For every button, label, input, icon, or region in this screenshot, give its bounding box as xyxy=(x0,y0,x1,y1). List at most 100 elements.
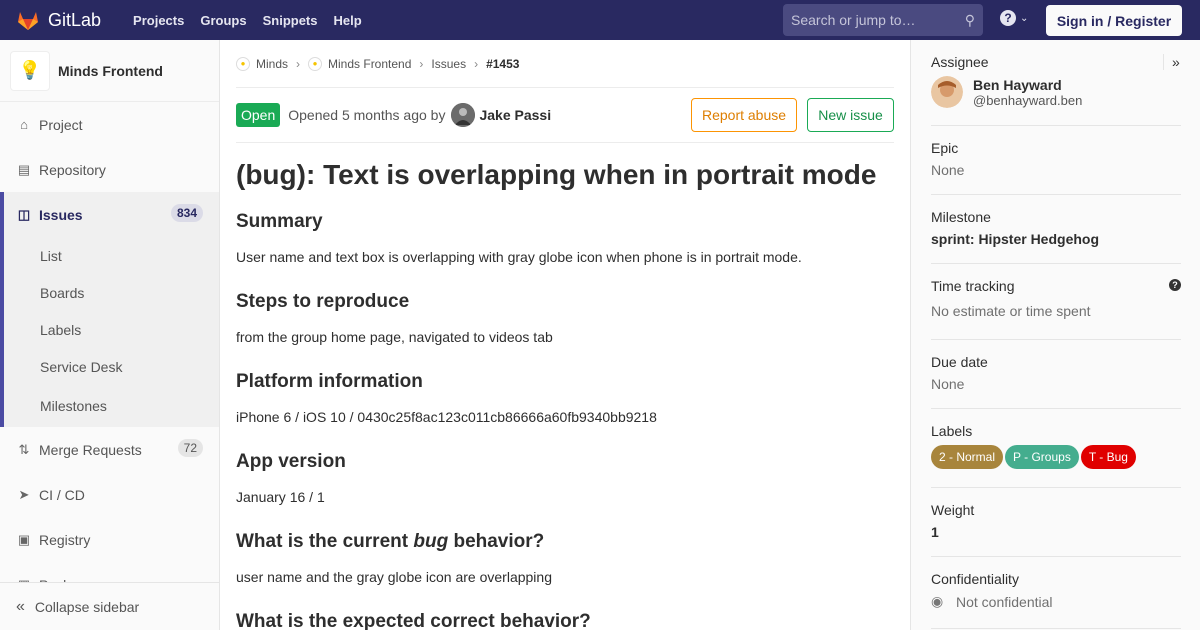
sidebar-item-label: Project xyxy=(39,116,83,133)
due-date-title: Due date xyxy=(931,354,988,370)
milestone-value[interactable]: sprint: Hipster Hedgehog xyxy=(931,231,1181,247)
labels-block: Labels 2 - Normal P - Groups T - Bug xyxy=(931,423,1181,488)
top-navbar: GitLab Projects Groups Snippets Help Sea… xyxy=(0,0,1200,40)
heading-steps: Steps to reproduce xyxy=(236,291,410,312)
breadcrumb-separator: › xyxy=(419,56,424,71)
breadcrumb-issues[interactable]: Issues xyxy=(431,57,466,71)
sidebar-item-label: Issues xyxy=(39,206,83,223)
sidebar-subitem-service-desk[interactable]: Service Desk xyxy=(4,348,219,385)
sidebar-item-repository[interactable]: ▤ Repository xyxy=(0,147,219,192)
assignee-title: Assignee xyxy=(931,54,989,70)
confidentiality-block: Confidentiality ◉ Not confidential xyxy=(931,571,1181,629)
author-avatar[interactable] xyxy=(451,103,476,127)
heading-current-em: bug xyxy=(413,531,449,552)
sidebar-subitem-list[interactable]: List xyxy=(4,237,219,274)
weight-title: Weight xyxy=(931,502,975,518)
assignee-handle: @benhayward.ben xyxy=(973,92,1083,108)
confidentiality-value: Not confidential xyxy=(956,593,1053,610)
book-icon: ▤ xyxy=(17,161,31,177)
confidentiality-title: Confidentiality xyxy=(931,571,1019,587)
project-name: Minds Frontend xyxy=(58,62,163,79)
heading-current-behavior: What is the current bug behavior? xyxy=(236,531,894,553)
sidebar-subitem-boards[interactable]: Boards xyxy=(4,274,219,311)
gitlab-logo[interactable]: GitLab xyxy=(16,8,101,32)
heading-app-version: App version xyxy=(236,451,346,472)
question-circle-icon[interactable]: ? xyxy=(1169,279,1181,291)
breadcrumb-group[interactable]: ● Minds xyxy=(236,56,289,71)
sign-in-button[interactable]: Sign in / Register xyxy=(1046,5,1182,36)
sidebar-item-project[interactable]: ⌂ Project xyxy=(0,102,219,147)
chevron-down-icon: ⌄ xyxy=(1020,12,1029,24)
nav-projects[interactable]: Projects xyxy=(125,13,192,28)
nav-help[interactable]: Help xyxy=(326,13,370,28)
assignee-name[interactable]: Ben Hayward xyxy=(973,77,1082,93)
sidebar-item-registry[interactable]: ▣ Registry xyxy=(0,517,219,562)
breadcrumb-separator: › xyxy=(296,56,301,71)
issue-title: (bug): Text is overlapping when in portr… xyxy=(236,159,877,190)
issues-group: ◫ Issues 834 List Boards Labels Service … xyxy=(0,192,219,427)
collapse-label: Collapse sidebar xyxy=(34,598,140,615)
question-icon: ? xyxy=(1000,10,1016,26)
sidebar-subitem-milestones[interactable]: Milestones xyxy=(4,385,219,427)
label-pill[interactable]: T - Bug xyxy=(1080,445,1136,469)
tanuki-icon xyxy=(18,12,38,30)
labels-title: Labels xyxy=(931,423,973,439)
rocket-icon: ➤ xyxy=(18,486,30,502)
platform-text: iPhone 6 / iOS 10 / 0430c25f8ac123c011cb… xyxy=(236,409,657,425)
new-issue-button[interactable]: New issue xyxy=(807,98,894,132)
issue-right-sidebar: » Assignee Ben Hayward @benhayward.ben E… xyxy=(910,40,1200,630)
project-header[interactable]: 💡 Minds Frontend xyxy=(0,40,219,102)
heading-current-post: behavior? xyxy=(448,531,545,552)
search-input[interactable]: Search or jump to… ⚲ xyxy=(783,4,983,36)
assignee-avatar[interactable] xyxy=(931,76,963,108)
current-behavior-text: user name and the gray globe icon are ov… xyxy=(236,569,552,585)
sidebar-subitem-labels[interactable]: Labels xyxy=(4,311,219,348)
brand-name: GitLab xyxy=(48,9,102,30)
breadcrumb-project[interactable]: ● Minds Frontend xyxy=(308,56,411,71)
breadcrumb: ● Minds › ● Minds Frontend › Issues › #1… xyxy=(236,40,894,88)
group-avatar-icon: ● xyxy=(236,56,250,71)
issue-main: ● Minds › ● Minds Frontend › Issues › #1… xyxy=(236,40,894,630)
author-name[interactable]: Jake Passi xyxy=(479,107,551,123)
milestone-title: Milestone xyxy=(931,209,991,225)
nav-groups[interactable]: Groups xyxy=(192,13,254,28)
project-sidebar: 💡 Minds Frontend ⌂ Project ▤ Repository … xyxy=(0,40,220,630)
epic-title: Epic xyxy=(931,140,959,156)
report-abuse-button[interactable]: Report abuse xyxy=(691,98,797,132)
lightbulb-icon: 💡 xyxy=(18,60,42,80)
app-version-text: January 16 / 1 xyxy=(236,489,325,505)
heading-expected-behavior: What is the expected correct behavior? xyxy=(236,611,591,630)
breadcrumb-separator: › xyxy=(474,56,479,71)
weight-value: 1 xyxy=(931,524,939,540)
label-pill[interactable]: P - Groups xyxy=(1005,445,1079,469)
milestone-block: Milestone sprint: Hipster Hedgehog xyxy=(931,209,1181,264)
breadcrumb-current[interactable]: #1453 xyxy=(486,57,519,71)
sidebar-item-issues[interactable]: ◫ Issues 834 xyxy=(4,192,219,237)
collapse-sidebar-button[interactable]: « Collapse sidebar xyxy=(0,582,219,630)
steps-text: from the group home page, navigated to v… xyxy=(236,329,553,345)
breadcrumb-group-label: Minds xyxy=(256,56,289,71)
help-dropdown[interactable]: ? ⌄ xyxy=(1000,10,1028,26)
heading-current-pre: What is the current xyxy=(236,531,414,552)
label-pill[interactable]: 2 - Normal xyxy=(931,445,1004,469)
opened-text: Opened 5 months ago by xyxy=(288,107,446,123)
epic-block: Epic None xyxy=(931,140,1181,195)
nav-snippets[interactable]: Snippets xyxy=(255,13,326,28)
project-avatar: 💡 xyxy=(10,50,50,91)
sidebar-item-merge-requests[interactable]: ⇅ Merge Requests 72 xyxy=(0,427,219,472)
sidebar-item-cicd[interactable]: ➤ CI / CD xyxy=(0,472,219,517)
due-date-value: None xyxy=(931,376,965,392)
sidebar-item-label: Repository xyxy=(39,161,106,178)
search-placeholder: Search or jump to… xyxy=(791,12,916,28)
eye-icon: ◉ xyxy=(931,593,944,609)
due-date-block: Due date None xyxy=(931,354,1181,409)
weight-block: Weight 1 xyxy=(931,502,1181,557)
heading-platform: Platform information xyxy=(236,371,423,392)
summary-text: User name and text box is overlapping wi… xyxy=(236,249,802,265)
issues-count-badge: 834 xyxy=(170,204,203,222)
time-tracking-title: Time tracking xyxy=(931,278,1015,294)
time-tracking-value: No estimate or time spent xyxy=(931,303,1091,319)
epic-value: None xyxy=(931,162,965,178)
mr-count-badge: 72 xyxy=(177,439,203,457)
time-tracking-block: Time tracking ? No estimate or time spen… xyxy=(931,278,1181,340)
